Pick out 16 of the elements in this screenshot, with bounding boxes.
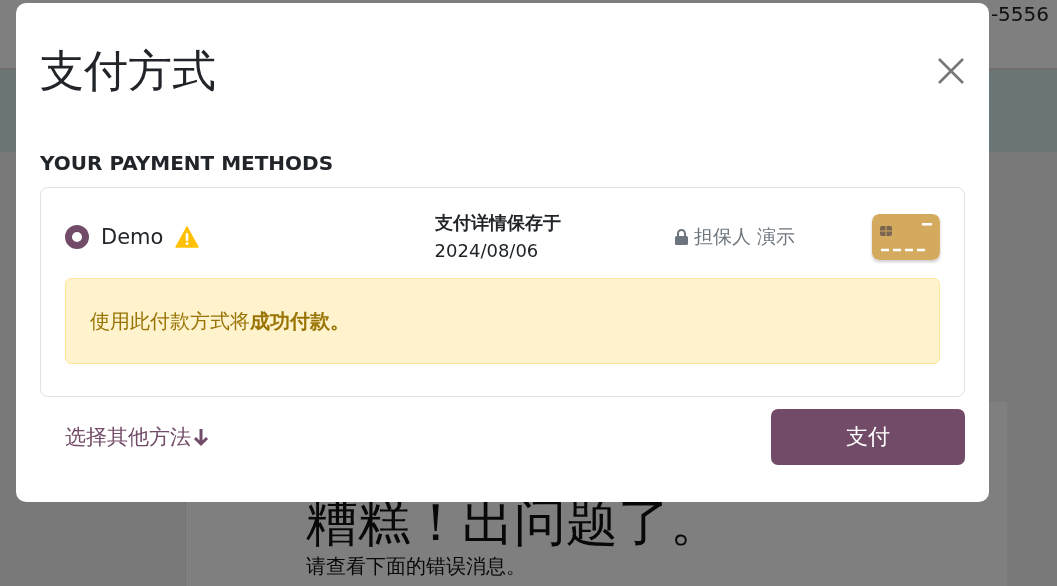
radio-button[interactable] <box>65 225 89 249</box>
saved-date: 2024/08/06 <box>434 239 540 263</box>
close-button[interactable] <box>937 57 965 85</box>
section-title: YOUR PAYMENT METHODS <box>40 151 335 175</box>
method-name: Demo <box>101 225 164 249</box>
saved-label: 支付详情保存于 <box>434 211 562 235</box>
credit-card-icon <box>872 214 940 260</box>
error-message: 请查看下面的错误消息。 <box>306 554 527 578</box>
info-alert: 使用此付款方式将成功付款。 <box>65 278 940 364</box>
pay-button[interactable]: 支付 <box>771 409 965 465</box>
other-methods-link[interactable]: 选择其他方法 <box>65 423 209 451</box>
down-arrow-icon <box>193 427 209 447</box>
phone-number: -5556 <box>990 2 1050 26</box>
dialog-title: 支付方式 <box>40 44 216 98</box>
secured-by: 担保人 演示 <box>694 224 796 249</box>
lock-icon <box>675 229 689 245</box>
